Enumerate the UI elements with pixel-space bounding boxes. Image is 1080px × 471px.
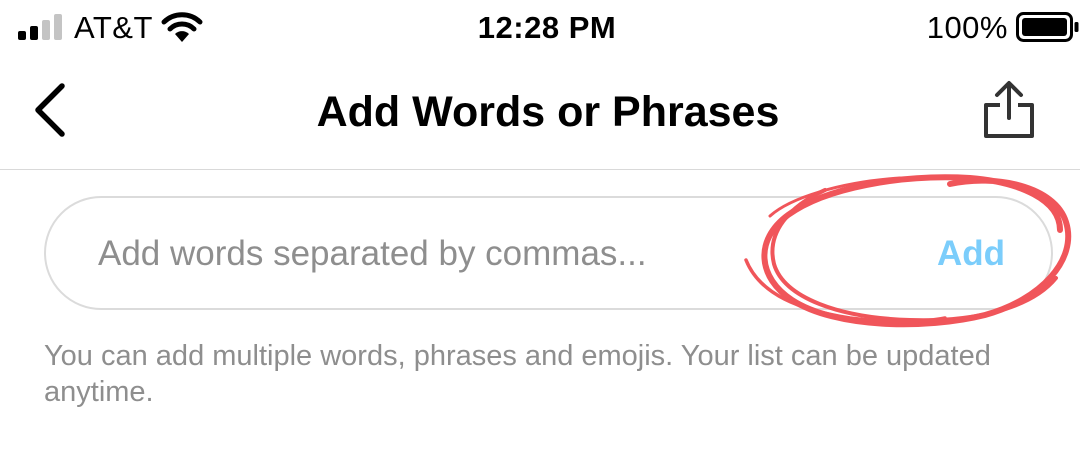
status-time: 12:28 PM [477,10,617,45]
share-icon[interactable] [978,78,1040,142]
words-input[interactable] [98,222,738,286]
helper-text: You can add multiple words, phrases and … [44,340,991,408]
status-bar: AT&T 12:28 PM 100% [0,0,1080,56]
page-title: Add Words or Phrases [316,88,780,136]
battery-percentage: 100% [926,10,1008,45]
words-input-container: Add [44,196,1053,310]
battery-full-icon [1016,12,1079,42]
navigation-bar: Add Words or Phrases [0,56,1080,170]
add-button[interactable]: Add [937,228,1005,280]
